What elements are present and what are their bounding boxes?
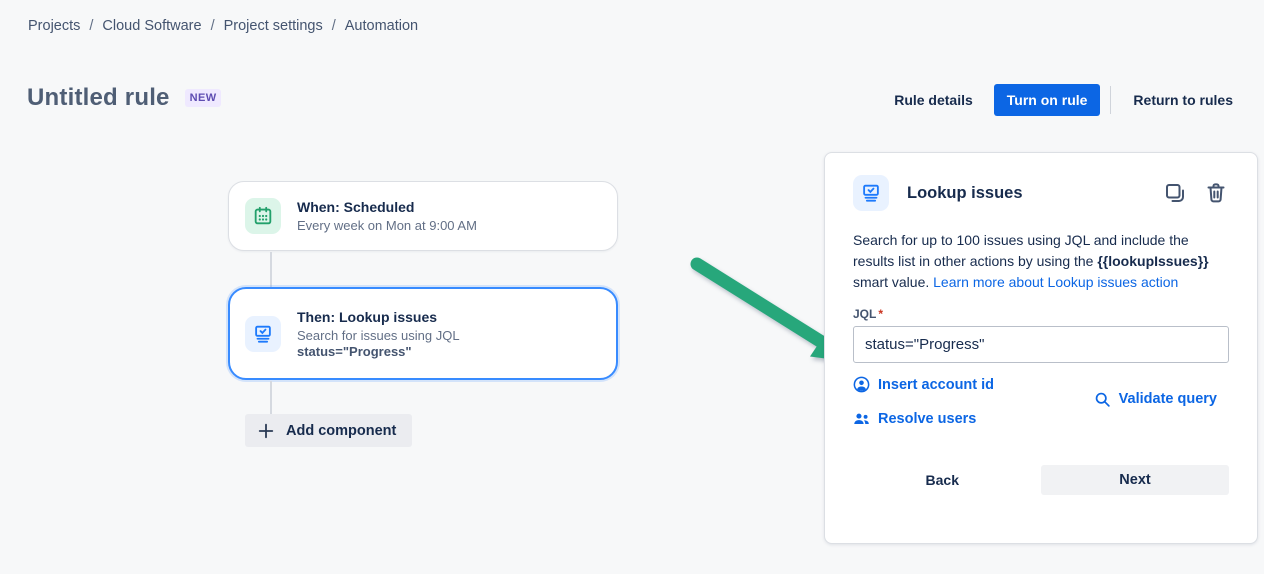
breadcrumb-separator: / [332,18,336,34]
action-card-subtitle: Search for issues using JQL [297,328,460,343]
title-row: Untitled rule NEW [27,84,221,112]
trash-icon [1204,181,1228,205]
page-title: Untitled rule [27,84,170,112]
breadcrumb-cloud-software[interactable]: Cloud Software [102,18,201,34]
breadcrumb-separator: / [211,18,215,34]
return-to-rules-button[interactable]: Return to rules [1121,85,1245,115]
jql-label-text: JQL [853,307,876,321]
duplicate-icon [1163,181,1187,205]
insert-account-id-label: Insert account id [878,377,994,393]
trigger-card-text: When: Scheduled Every week on Mon at 9:0… [297,199,477,233]
trigger-card-scheduled[interactable]: When: Scheduled Every week on Mon at 9:0… [228,181,618,251]
required-asterisk: * [878,307,883,321]
rule-details-button[interactable]: Rule details [882,85,985,115]
trigger-card-subtitle: Every week on Mon at 9:00 AM [297,218,477,233]
plus-icon [257,422,275,440]
breadcrumb-automation[interactable]: Automation [345,18,418,34]
flow-connector [270,381,272,414]
header-actions: Rule details Turn on rule Return to rule… [882,84,1245,116]
jql-field-label: JQL* [853,307,1229,321]
validate-query-label: Validate query [1119,391,1217,407]
validate-query-link[interactable]: Validate query [1094,391,1217,408]
flow-connector [270,252,272,287]
jql-helper-links-right: Validate query [1094,391,1229,413]
lookup-issues-icon [245,316,281,352]
people-icon [853,410,870,427]
lookup-issues-panel: Lookup issues Search for up [824,152,1258,544]
header-divider [1110,86,1111,114]
breadcrumb: Projects / Cloud Software / Project sett… [28,18,418,34]
panel-description: Search for up to 100 issues using JQL an… [853,230,1229,293]
duplicate-component-button[interactable] [1162,180,1188,206]
panel-header: Lookup issues [853,175,1229,211]
smart-value-text: {{lookupIssues}} [1097,253,1208,269]
new-badge: NEW [185,89,222,107]
action-card-lookup-issues[interactable]: Then: Lookup issues Search for issues us… [228,287,618,380]
resolve-users-link[interactable]: Resolve users [853,410,976,427]
back-button[interactable]: Back [924,466,961,494]
action-card-text: Then: Lookup issues Search for issues us… [297,309,460,359]
panel-title: Lookup issues [907,184,1162,203]
panel-footer: Back Next [853,465,1229,495]
jql-input[interactable] [853,326,1229,363]
breadcrumb-separator: / [89,18,93,34]
breadcrumb-projects[interactable]: Projects [28,18,80,34]
delete-component-button[interactable] [1203,180,1229,206]
add-component-button[interactable]: Add component [245,414,412,447]
trigger-card-title: When: Scheduled [297,199,477,215]
add-component-label: Add component [286,423,396,439]
next-button[interactable]: Next [1041,465,1229,495]
breadcrumb-project-settings[interactable]: Project settings [224,18,323,34]
learn-more-link[interactable]: Learn more about Lookup issues action [933,274,1178,290]
description-text: smart value. [853,274,933,290]
jql-helper-links: Insert account id Resolve users [853,376,1229,427]
calendar-icon [245,198,281,234]
lookup-issues-icon [853,175,889,211]
action-card-title: Then: Lookup issues [297,309,460,325]
person-icon [853,376,870,393]
insert-account-id-link[interactable]: Insert account id [853,376,994,393]
action-card-query-preview: status="Progress" [297,344,460,359]
resolve-users-label: Resolve users [878,411,976,427]
turn-on-rule-button[interactable]: Turn on rule [994,84,1101,116]
jql-helper-links-left: Insert account id Resolve users [853,376,994,427]
search-icon [1094,391,1111,408]
